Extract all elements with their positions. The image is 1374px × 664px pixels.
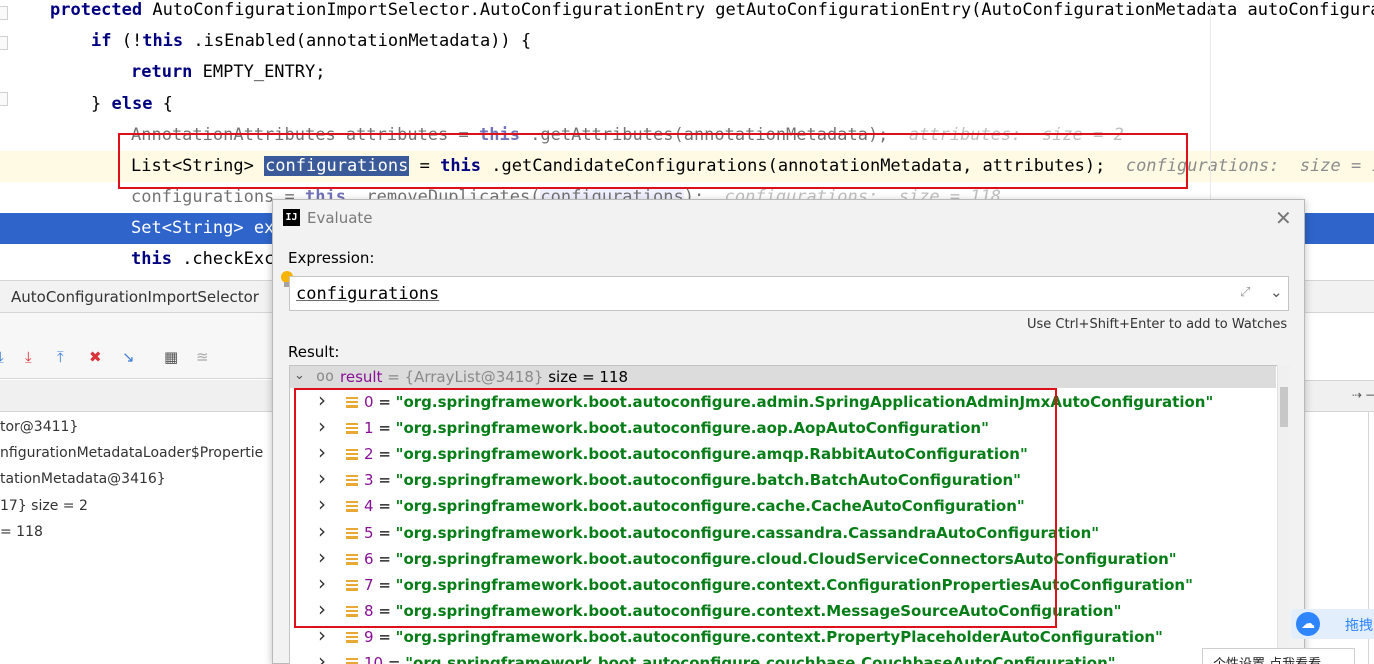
field-icon [346,631,358,643]
code-line-1[interactable]: protected AutoConfigurationImportSelecto… [0,0,1374,26]
watches-hint: Use Ctrl+Shift+Enter to add to Watches [1027,317,1288,332]
item-index: 10 [364,654,384,664]
code-line-3[interactable]: return EMPTY_ENTRY; [0,57,1374,88]
result-item-label: 10 = "org.springframework.boot.autoconfi… [364,654,1116,664]
result-annotation-box [294,388,1057,628]
variable-row[interactable]: = 118 [0,523,43,541]
close-icon[interactable]: ✕ [1275,206,1292,230]
expression-input[interactable]: configurations ⤢ ⌄ [289,276,1289,311]
bottom-toast[interactable]: 个性设置 点我看看 [1202,648,1355,664]
evaluate-expression-icon[interactable]: ▦ [164,349,178,365]
code-line-2[interactable]: if (!this .isEnabled(annotationMetadata)… [0,26,1374,57]
debugger-tab-title[interactable]: AutoConfigurationImportSelector [11,281,259,314]
code-keyword: this [131,249,183,269]
variable-row[interactable]: tor@3411} [0,418,78,436]
variable-row[interactable]: tationMetadata@3416} [0,470,166,488]
watches-panel-header: ⇢ − [1305,380,1374,412]
code-token: (! [121,31,143,51]
history-dropdown-icon[interactable]: ⌄ [1270,283,1283,301]
result-item-label: 9 = "org.springframework.boot.autoconfig… [364,628,1163,646]
step-out-icon[interactable]: ⤒ [57,349,64,365]
item-index: 9 [364,627,374,646]
code-line-4[interactable]: } else { [0,89,1374,120]
code-keyword: if [91,31,122,51]
code-keyword: else [111,94,163,114]
result-item-row[interactable]: › 10 = "org.springframework.boot.autoconf… [290,649,1276,664]
cloud-icon: ☁ [1296,612,1320,636]
step-over-icon[interactable]: ⤓ [0,349,4,365]
code-token: AutoConfigurationImportSelector.AutoConf… [152,0,1374,20]
drop-frame-icon[interactable]: ✖ [89,349,102,365]
chevron-down-icon[interactable]: ⌄ [294,368,305,383]
variables-panel: tor@3411} nfigurationMetadataLoader$Prop… [0,412,272,664]
code-token: } [91,94,112,114]
code-keyword: return [131,62,203,82]
chevron-right-icon[interactable]: › [318,649,326,664]
dialog-title: Evaluate [307,209,373,227]
watch-glasses-icon: oo [316,367,335,385]
vertical-scrollbar[interactable] [1277,365,1290,664]
trace-stream-icon[interactable]: ≊ [196,349,209,365]
variable-row[interactable]: nfigurationMetadataLoader$Propertie [0,444,263,462]
run-to-cursor-icon[interactable]: ↘ [122,349,135,365]
result-root-label: result = {ArrayList@3418} size = 118 [340,368,629,386]
step-into-icon[interactable]: ⤓ [25,349,32,365]
result-root-row[interactable]: ⌄ oo result = {ArrayList@3418} size = 11… [290,366,1276,388]
code-token: Set<String> ex [131,218,275,238]
result-item-row[interactable]: › 9 = "org.springframework.boot.autoconfi… [290,623,1276,651]
intellij-logo-icon: IJ [283,209,300,226]
baidu-netdisk-widget[interactable]: ☁ 拖拽 [1291,609,1374,639]
expand-editor-icon[interactable]: ⤢ [1240,285,1250,300]
field-icon [346,658,358,664]
annotation-highlight-box [118,133,1188,189]
variable-row[interactable]: 17} size = 2 [0,497,88,515]
code-token: { [162,94,173,114]
code-token: EMPTY_ENTRY; [202,62,326,82]
equals-sign: = [383,654,406,664]
panel-options-icon[interactable]: ⇢ [1352,388,1362,402]
expression-label: Expression: [288,249,375,267]
debugger-tab-bar-right [1305,280,1374,313]
expression-text[interactable]: configurations [296,284,439,304]
equals-sign: = [373,627,396,646]
scrollbar-thumb[interactable] [1280,387,1288,427]
panel-minimize-icon[interactable]: − [1365,388,1374,402]
toast-text: 个性设置 点我看看 [1213,653,1321,664]
debugger-tab-bar: AutoConfigurationImportSelector [0,280,272,313]
code-keyword: this [142,31,194,51]
result-label: Result: [288,343,340,361]
item-value: "org.springframework.boot.autoconfigure.… [395,627,1163,646]
baidu-widget-label: 拖拽 [1345,618,1373,634]
frames-panel-header [0,380,272,412]
code-keyword: protected [50,0,153,20]
debugger-toolbar: ⤓ ⤓ ⤒ ✖ ↘ ▦ ≊ [0,313,272,379]
code-token: .isEnabled(annotationMetadata)) { [193,31,532,51]
item-value: "org.springframework.boot.autoconfigure.… [405,654,1116,664]
